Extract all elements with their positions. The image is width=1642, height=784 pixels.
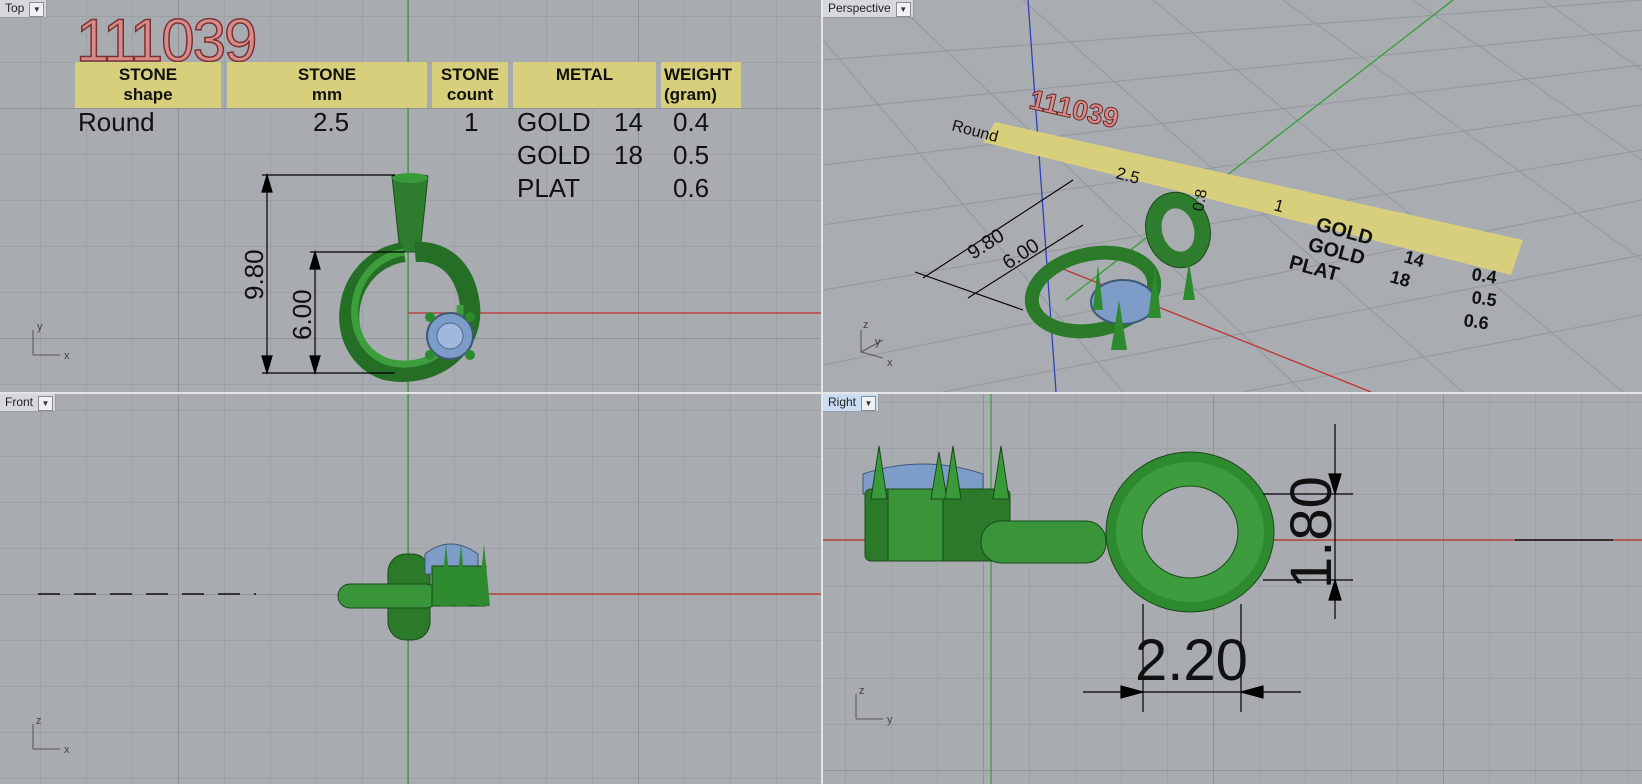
front-viewport-tab[interactable]: Front ▼ [0, 394, 57, 412]
right-axis-z-label: z [859, 685, 865, 697]
perspective-karat-2: 18 [1388, 267, 1413, 292]
right-viewport[interactable]: Right ▼ 1.80 2.20 z y [823, 394, 1642, 784]
perspective-weight-3: 0.6 [1462, 310, 1490, 333]
perspective-viewport-label: Perspective [828, 1, 891, 15]
perspective-weight-1: 0.4 [1470, 264, 1498, 287]
right-axis-y-label: y [887, 714, 893, 726]
right-viewport-tab[interactable]: Right ▼ [823, 394, 880, 412]
dim-bail-width: 2.20 [1135, 628, 1248, 693]
perspective-dim-small: 0.8 [1190, 188, 1211, 213]
cell-weight-3: 0.6 [673, 173, 710, 203]
cell-stone-count: 1 [464, 107, 479, 137]
cell-weight-2: 0.5 [673, 140, 710, 170]
top-viewport[interactable]: Top ▼ y x 9.80 6.00 111039 STONE shape S… [0, 0, 821, 392]
right-view-canvas: 1.80 2.20 z y [823, 394, 1642, 784]
front-viewport[interactable]: Front ▼ z x [0, 394, 821, 784]
front-view-canvas: z x [32, 394, 821, 784]
top-dimension-lines [261, 172, 405, 376]
perspective-axis-y-label: y [875, 336, 881, 348]
viewport-menu-arrow-icon[interactable]: ▼ [29, 2, 45, 17]
dim-bail-height: 1.80 [1279, 476, 1344, 589]
perspective-table-plate [983, 122, 1523, 275]
cell-metal-1: GOLD [517, 107, 591, 137]
perspective-viewport-tab[interactable]: Perspective ▼ [823, 0, 914, 18]
front-axis-x-label: x [64, 744, 70, 756]
cell-metal-2: GOLD [517, 140, 591, 170]
header-stone-count-line1: STONE [440, 65, 500, 84]
header-stone-count: STONE count [432, 62, 508, 108]
header-metal-line1: METAL [555, 65, 614, 84]
pendant-right-model [862, 445, 1275, 613]
header-weight-line2: (gram) [664, 85, 717, 104]
top-axis-y-label: y [37, 321, 43, 333]
viewport-menu-arrow-icon[interactable]: ▼ [895, 2, 911, 17]
header-stone-count-line2: count [446, 85, 494, 104]
dim-ring-height: 6.00 [287, 289, 317, 340]
cell-metal-3: PLAT [517, 173, 581, 203]
header-metal: METAL [513, 62, 656, 108]
top-axis-widget [32, 330, 60, 356]
perspective-viewport[interactable]: Perspective ▼ 111039 Round 2.5 1 GOLD GO… [823, 0, 1642, 392]
perspective-weight-2: 0.5 [1470, 287, 1498, 310]
perspective-stone-shape: Round [950, 117, 1000, 146]
header-stone-shape-line2: shape [123, 85, 173, 104]
pendant-top-model [339, 173, 481, 382]
perspective-karat-1: 14 [1402, 247, 1427, 272]
cell-stone-shape: Round [78, 107, 155, 137]
perspective-model-code: 111039 [1027, 84, 1122, 135]
header-stone-shape: STONE shape [75, 62, 221, 108]
perspective-axis-x-label: x [887, 357, 893, 369]
dim-overall-height: 9.80 [239, 249, 269, 300]
cell-weight-1: 0.4 [673, 107, 710, 137]
top-viewport-label: Top [5, 1, 25, 15]
perspective-axis-z-label: z [863, 319, 869, 331]
header-stone-shape-line1: STONE [118, 65, 178, 84]
front-axis-widget [32, 724, 60, 750]
viewport-menu-arrow-icon[interactable]: ▼ [38, 396, 54, 411]
header-weight-line1: WEIGHT [664, 65, 732, 84]
header-stone-mm-line2: mm [311, 85, 343, 104]
pendant-front-model [337, 543, 490, 641]
header-weight: WEIGHT (gram) [661, 62, 741, 108]
front-axis-z-label: z [36, 715, 42, 727]
viewport-menu-arrow-icon[interactable]: ▼ [861, 396, 877, 411]
cell-karat-2: 18 [614, 140, 643, 170]
cell-karat-1: 14 [614, 107, 643, 137]
header-stone-mm-line1: STONE [297, 65, 357, 84]
front-viewport-label: Front [5, 395, 34, 409]
perspective-canvas: 111039 Round 2.5 1 GOLD GOLD PLAT 14 18 … [823, 0, 1642, 392]
top-viewport-tab[interactable]: Top ▼ [0, 0, 48, 18]
right-axis-widget [855, 694, 883, 720]
top-axis-x-label: x [64, 350, 70, 362]
cell-stone-mm: 2.5 [313, 107, 350, 137]
header-stone-mm: STONE mm [227, 62, 427, 108]
right-viewport-label: Right [828, 395, 857, 409]
